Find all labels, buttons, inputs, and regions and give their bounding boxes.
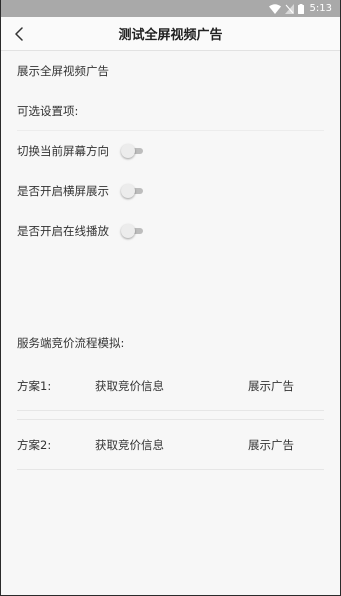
plan-name: 方案1:	[17, 378, 52, 393]
status-time: 5:13	[309, 3, 332, 14]
show-ad-button[interactable]: 展示广告	[248, 437, 294, 453]
simulation-title: 服务端竞价流程模拟:	[17, 336, 125, 350]
plan-row-2: 方案2: 获取竞价信息 展示广告	[17, 420, 324, 470]
toggle-row-landscape: 是否开启横屏展示	[17, 171, 324, 211]
app-header: 测试全屏视频广告	[1, 17, 340, 51]
status-bar: 5:13	[1, 0, 340, 17]
battery-icon	[297, 3, 304, 14]
fetch-bid-button[interactable]: 获取竞价信息	[95, 437, 164, 453]
landscape-switch[interactable]	[121, 184, 145, 198]
main-content: 展示全屏视频广告 可选设置项: 切换当前屏幕方向 是否开启横屏展示 是否开启在线…	[1, 51, 340, 470]
fetch-bid-button[interactable]: 获取竞价信息	[95, 378, 164, 394]
toggle-row-orientation: 切换当前屏幕方向	[17, 131, 324, 171]
online-play-switch[interactable]	[121, 224, 145, 238]
options-title: 可选设置项:	[17, 103, 79, 118]
toggle-label: 切换当前屏幕方向	[17, 144, 109, 158]
signal-icon	[284, 3, 294, 14]
description-row: 展示全屏视频广告	[17, 51, 324, 91]
plan-row-1: 方案1: 获取竞价信息 展示广告	[17, 361, 324, 411]
app-window: 5:13 测试全屏视频广告 展示全屏视频广告 可选设置项: 切换当前屏幕方向 是…	[0, 0, 341, 596]
chevron-left-icon	[15, 27, 23, 41]
description-text: 展示全屏视频广告	[17, 64, 109, 78]
back-button[interactable]	[9, 24, 29, 44]
toggle-label: 是否开启在线播放	[17, 224, 109, 238]
simulation-title-row: 服务端竞价流程模拟:	[17, 325, 324, 361]
toggle-row-online-play: 是否开启在线播放	[17, 211, 324, 251]
options-title-row: 可选设置项:	[17, 91, 324, 131]
wifi-icon	[268, 3, 281, 14]
show-ad-button[interactable]: 展示广告	[248, 378, 294, 394]
orientation-switch[interactable]	[121, 144, 145, 158]
plan-name: 方案2:	[17, 437, 52, 452]
toggle-label: 是否开启横屏展示	[17, 184, 109, 198]
page-title: 测试全屏视频广告	[118, 28, 223, 43]
